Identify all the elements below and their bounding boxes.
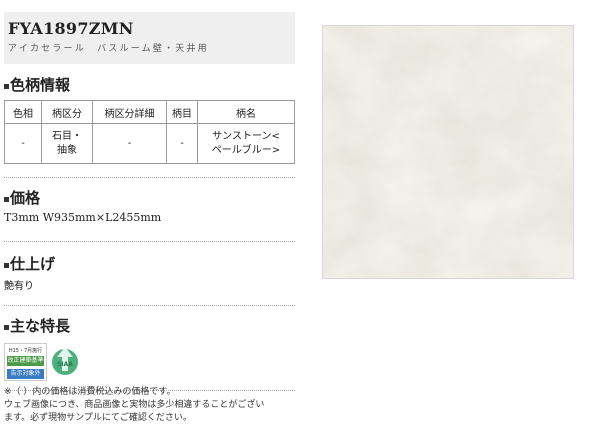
footnote-line-1: ※（ ）内の価格は消費税込みの価格です。: [4, 387, 176, 397]
col-header-grain: 柄目: [166, 100, 198, 124]
product-code: FYA1897ZMN: [8, 19, 134, 38]
cell-grain: -: [166, 123, 198, 164]
building-standard-exempt-badge: H15・7月施行 改正建築基準法 告示対象外: [4, 343, 47, 381]
siaa-mark-icon: SIAA: [52, 347, 78, 375]
col-header-pattern-name: 柄名: [197, 100, 295, 124]
pattern-section-title: 色柄情報: [4, 74, 295, 95]
cell-category-detail: -: [92, 123, 167, 164]
product-header: FYA1897ZMN アイカセラール バスルーム壁・天井用: [4, 12, 295, 64]
product-sample-image: [322, 25, 574, 279]
col-header-category-detail: 柄区分詳細: [92, 100, 167, 124]
product-info-panel: FYA1897ZMN アイカセラール バスルーム壁・天井用 色柄情報 色相 柄区…: [4, 12, 295, 391]
cell-category-line1: 石目・: [52, 131, 82, 142]
product-dimensions: T3mm W935mm×L2455mm: [4, 211, 162, 224]
price-section-title: 価格: [4, 187, 295, 208]
finish-value: 艶有り: [4, 281, 34, 292]
price-section-label: 価格: [10, 189, 41, 207]
features-section-label: 主な特長: [10, 317, 71, 335]
product-subtitle: アイカセラール バスルーム壁・天井用: [8, 44, 209, 54]
pattern-table-header-row: 色相 柄区分 柄区分詳細 柄目 柄名: [4, 100, 295, 124]
cell-pattern-name-line2: ペールブルー>: [211, 144, 281, 156]
cell-pattern-name: サンストーン< ペールブルー>: [197, 123, 295, 164]
bullet-square-icon: [4, 325, 9, 330]
cell-pattern-name-line1: サンストーン<: [212, 131, 280, 142]
pattern-table: 色相 柄区分 柄区分詳細 柄目 柄名 - 石目・ 抽象 - - サンストーン< …: [4, 100, 295, 164]
marble-texture-image: [323, 26, 573, 278]
badge-bottom-text: 告示対象外: [7, 369, 44, 379]
siaa-antibacterial-badge: SIAA: [51, 343, 79, 381]
col-header-hue: 色相: [4, 100, 42, 124]
badge-top-text: H15・7月施行: [8, 348, 43, 354]
finish-section-title: 仕上げ: [4, 253, 295, 274]
pattern-section-label: 色柄情報: [10, 76, 71, 94]
bullet-square-icon: [4, 84, 9, 89]
col-header-category: 柄区分: [41, 100, 93, 124]
footnote-line-2: ウェブ画像につき、商品画像と実物は多少相違することがござい: [4, 400, 265, 410]
features-section-title: 主な特長: [4, 315, 295, 336]
cell-category: 石目・ 抽象: [41, 123, 93, 164]
cell-category-line2: 抽象: [57, 144, 77, 156]
cell-hue: -: [4, 123, 42, 164]
section-divider: [4, 177, 295, 178]
footnote: ※（ ）内の価格は消費税込みの価格です。 ウェブ画像につき、商品画像と実物は多少…: [4, 386, 299, 425]
footnote-line-3: ます。必ず現物サンプルにてご確認ください。: [4, 413, 192, 423]
feature-badges: H15・7月施行 改正建築基準法 告示対象外 SIAA: [4, 343, 295, 381]
bullet-square-icon: [4, 197, 9, 202]
siaa-label: SIAA: [57, 361, 73, 368]
section-divider: [4, 241, 295, 242]
section-divider: [4, 305, 295, 306]
finish-section-label: 仕上げ: [10, 255, 56, 273]
table-row: - 石目・ 抽象 - - サンストーン< ペールブルー>: [4, 123, 295, 164]
bullet-square-icon: [4, 263, 9, 268]
badge-mid-text: 改正建築基準法: [7, 356, 44, 374]
